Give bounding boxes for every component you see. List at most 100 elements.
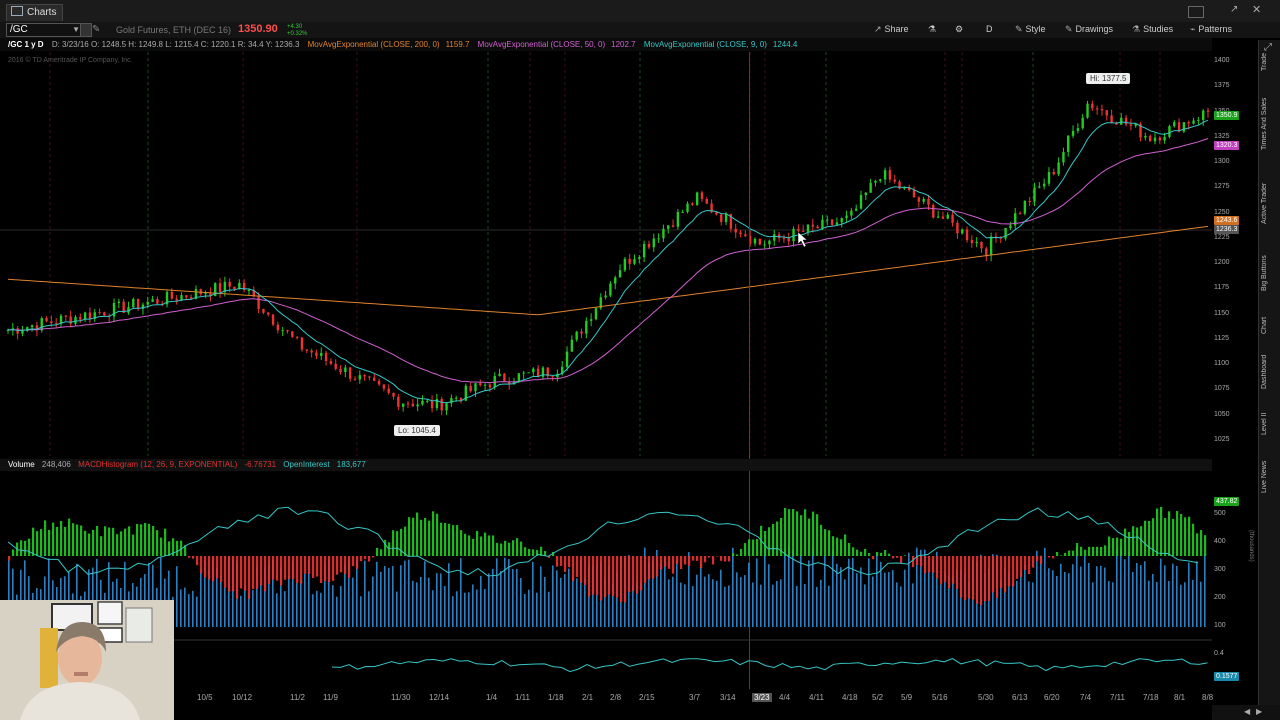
- macd-histogram-bar: [112, 527, 115, 556]
- volume-bar: [760, 584, 762, 627]
- macd-histogram-bar: [456, 525, 459, 556]
- macd-histogram-bar: [828, 530, 831, 556]
- candle-body: [353, 378, 357, 380]
- time-axis-label: 10/12: [232, 693, 253, 702]
- volume-macd-panel[interactable]: [0, 472, 1212, 632]
- volume-bar: [700, 563, 702, 627]
- ma200-label[interactable]: MovAvgExponential (CLOSE, 200, 0): [308, 40, 440, 49]
- volume-bar: [436, 573, 438, 627]
- volume-bar: [224, 586, 226, 627]
- macd-histogram-bar: [1072, 550, 1075, 556]
- close-icon[interactable]: ✕: [1252, 3, 1261, 16]
- volume-bar: [488, 573, 490, 627]
- volume-bar: [776, 581, 778, 627]
- candle-body: [946, 214, 949, 219]
- sidebar-tab-chart[interactable]: Chart: [1261, 311, 1279, 339]
- drawings-button[interactable]: ✎ Drawings: [1065, 22, 1113, 36]
- volume-label[interactable]: Volume: [8, 460, 35, 469]
- ma50-label[interactable]: MovAvgExponential (CLOSE, 50, 0): [478, 40, 605, 49]
- macd-histogram-bar: [660, 556, 663, 570]
- timeframe-button[interactable]: D: [986, 22, 993, 36]
- volume-bar: [1124, 559, 1126, 627]
- time-axis-label: 4/11: [809, 693, 824, 702]
- candle-body: [936, 216, 940, 218]
- candle-body: [893, 179, 896, 182]
- candle-body: [185, 295, 188, 298]
- flask-icon[interactable]: ⚗: [928, 22, 936, 36]
- candle-body: [450, 397, 453, 404]
- volume-bar: [704, 576, 706, 627]
- macd-histogram-bar: [8, 556, 11, 561]
- share-button[interactable]: ↗ Share: [874, 22, 909, 36]
- symbol-link-button[interactable]: [80, 23, 92, 37]
- volume-bar: [1120, 547, 1122, 627]
- bottom-indicator-panel[interactable]: [172, 636, 1212, 690]
- volume-bar: [844, 579, 846, 627]
- sidebar-tab-big-buttons[interactable]: Big Buttons: [1261, 246, 1279, 301]
- sidebar-tab-live-news[interactable]: Live News: [1261, 454, 1279, 499]
- macd-histogram-bar: [648, 556, 651, 580]
- study-header: /GC 1 y D D: 3/23/16 O: 1248.5 H: 1249.8…: [0, 38, 1212, 51]
- chart-period[interactable]: /GC 1 y D: [8, 40, 44, 49]
- candle-body: [734, 228, 737, 233]
- price-chart[interactable]: [0, 52, 1212, 456]
- candle-body: [454, 397, 458, 399]
- macd-histogram-bar: [844, 534, 847, 556]
- style-button[interactable]: ✎ Style: [1015, 22, 1046, 36]
- macd-histogram-bar: [1032, 556, 1035, 568]
- candle-body: [54, 322, 58, 324]
- macd-histogram-bar: [104, 526, 107, 556]
- macd-histogram-bar: [1176, 510, 1179, 556]
- macd-histogram-bar: [608, 556, 611, 595]
- macd-histogram-bar: [848, 543, 851, 556]
- candle-body: [320, 352, 323, 356]
- macd-histogram-bar: [60, 520, 63, 556]
- macd-histogram-bar: [676, 556, 679, 564]
- open-interest-label[interactable]: OpenInterest: [283, 460, 329, 469]
- volume-bar: [544, 577, 546, 627]
- ma9-label[interactable]: MovAvgExponential (CLOSE, 9, 0): [644, 40, 767, 49]
- volume-bar: [772, 584, 774, 627]
- sidebar-tab-dashboard[interactable]: Dashboard: [1261, 349, 1279, 394]
- macd-histogram-bar: [884, 550, 887, 556]
- volume-bar: [1140, 565, 1142, 627]
- volume-bar: [192, 590, 194, 627]
- pencil-icon[interactable]: ✎: [92, 24, 100, 35]
- symbol-input[interactable]: /GC ▼: [6, 23, 83, 37]
- macd-histogram-bar: [1068, 550, 1071, 556]
- volume-bar: [296, 582, 298, 627]
- macd-histogram-bar: [276, 556, 279, 581]
- macd-histogram-bar: [408, 517, 411, 556]
- restore-window-icon[interactable]: [1188, 6, 1204, 18]
- sidebar-tab-times-and-sales[interactable]: Times And Sales: [1261, 86, 1279, 161]
- candle-body: [170, 291, 174, 299]
- scroll-right-icon[interactable]: ▶: [1256, 707, 1262, 716]
- percent-change: +0.32%: [287, 31, 308, 37]
- volume-bar: [340, 586, 342, 627]
- studies-button[interactable]: ⚗ Studies: [1132, 22, 1173, 36]
- patterns-button[interactable]: ⌁ Patterns: [1190, 22, 1232, 36]
- volume-bar: [284, 591, 286, 627]
- macd-histogram-bar: [428, 520, 431, 556]
- macd-histogram-bar: [740, 548, 743, 556]
- volume-bar: [1048, 568, 1050, 627]
- macd-label[interactable]: MACDHistogram (12, 26, 9, EXPONENTIAL): [78, 460, 237, 469]
- style-icon: ✎: [1015, 24, 1023, 34]
- scroll-left-icon[interactable]: ◀: [1244, 707, 1250, 716]
- sidebar-tab-level-ii[interactable]: Level II: [1261, 404, 1279, 444]
- volume-bar: [584, 577, 586, 627]
- gear-icon[interactable]: ⚙: [955, 22, 963, 36]
- macd-histogram-bar: [600, 556, 603, 601]
- macd-histogram-bar: [348, 556, 351, 578]
- volume-bar: [1144, 561, 1146, 627]
- volume-bar: [1084, 556, 1086, 627]
- sidebar-tab-active-trader[interactable]: Active Trader: [1261, 171, 1279, 236]
- charts-tab[interactable]: Charts: [6, 4, 64, 21]
- candle-body: [50, 321, 53, 323]
- volume-bar: [1024, 564, 1026, 627]
- pin-icon[interactable]: ↗: [1230, 4, 1238, 15]
- volume-bar: [804, 584, 806, 627]
- chevron-down-icon[interactable]: ▼: [72, 24, 80, 36]
- candle-body: [912, 190, 916, 198]
- sidebar-tab-trade[interactable]: Trade: [1261, 48, 1279, 76]
